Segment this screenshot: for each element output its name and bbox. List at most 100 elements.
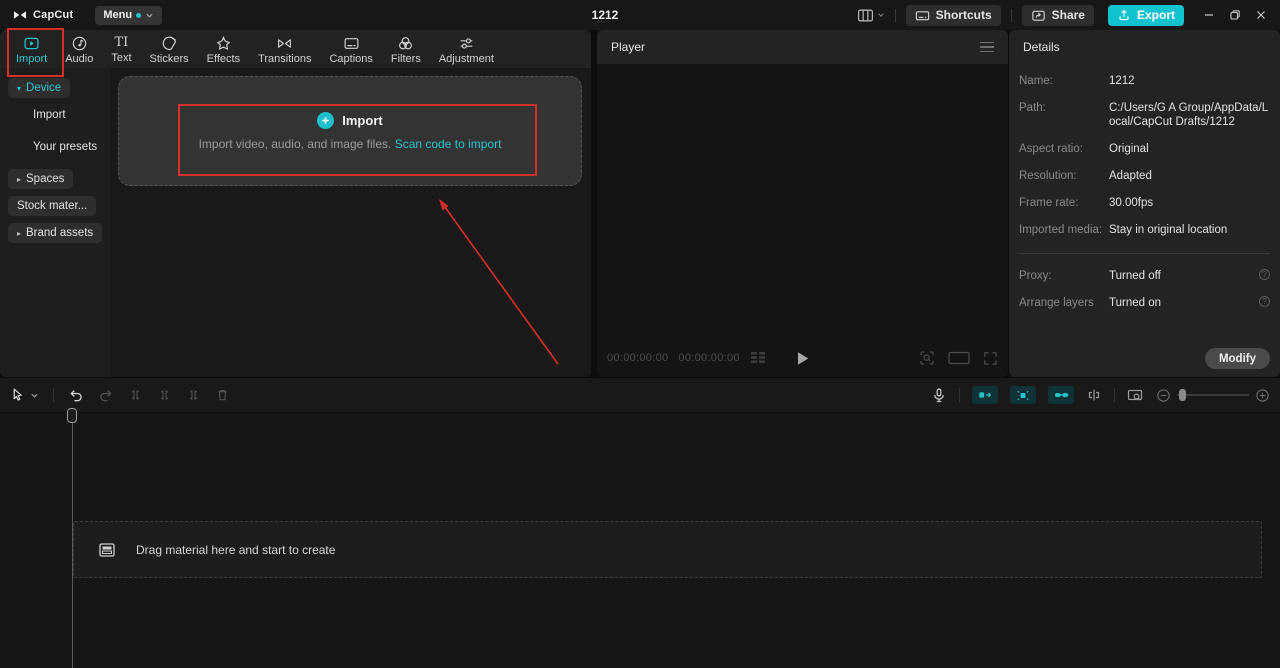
delete-button[interactable] — [215, 387, 230, 403]
tab-captions[interactable]: Captions — [320, 33, 381, 67]
share-label: Share — [1052, 8, 1085, 22]
split-button[interactable] — [128, 387, 143, 403]
layout-panels-icon[interactable] — [857, 7, 885, 24]
redo-button[interactable] — [98, 387, 114, 403]
preview-quality-icon — [1127, 388, 1144, 403]
scan-code-link[interactable]: Scan code to import — [395, 137, 502, 151]
delete-left-button[interactable] — [157, 387, 172, 403]
tab-adjustment[interactable]: Adjustment — [430, 33, 503, 67]
preview-quality-button[interactable] — [1127, 388, 1144, 403]
detail-value: 1212 — [1109, 74, 1270, 88]
timeline-area[interactable]: Drag material here and start to create — [0, 413, 1280, 668]
select-tool-button[interactable] — [10, 387, 39, 403]
tab-audio[interactable]: Audio — [56, 33, 102, 67]
sidebar-item-stock-material-label: Stock mater... — [17, 200, 87, 212]
menu-button[interactable]: Menu — [95, 6, 162, 25]
timeline-empty-text: Drag material here and start to create — [136, 543, 335, 557]
modify-button[interactable]: Modify — [1205, 348, 1270, 369]
proxy-label: Proxy: — [1019, 269, 1109, 283]
import-dropzone[interactable]: Import Import video, audio, and image fi… — [118, 76, 582, 186]
auto-snap-icon — [1016, 389, 1030, 402]
undo-button[interactable] — [68, 387, 84, 403]
detail-label: Frame rate: — [1019, 196, 1109, 210]
main-track-magnet-toggle[interactable] — [972, 386, 998, 404]
player-title: Player — [611, 40, 645, 54]
keyboard-icon — [915, 8, 930, 23]
tab-stickers[interactable]: Stickers — [141, 33, 198, 67]
overwrite-insert-button[interactable] — [1086, 387, 1102, 403]
player-controls: 00:00:00:00 00:00:00:00 — [597, 348, 1008, 368]
tab-transitions-label: Transitions — [258, 53, 311, 65]
player-menu-icon[interactable] — [980, 42, 994, 53]
shortcuts-button[interactable]: Shortcuts — [906, 5, 1001, 26]
audio-tab-icon — [71, 35, 88, 52]
detail-row-proxy: Proxy: Turned off ? — [1019, 269, 1270, 283]
media-tabs: Import Audio TI Text Stickers Effects Tr… — [0, 30, 591, 68]
restore-button[interactable] — [1222, 2, 1248, 28]
arrange-layers-value: Turned on — [1109, 296, 1256, 310]
sidebar-item-brand-assets[interactable]: ▸ Brand assets — [8, 223, 102, 243]
media-clip-icon — [99, 543, 115, 557]
sidebar-item-device[interactable]: ▾ Device — [8, 78, 70, 98]
minus-circle-icon — [1156, 388, 1171, 403]
detail-row-arrange-layers: Arrange layers Turned on ? — [1019, 296, 1270, 310]
auto-snap-toggle[interactable] — [1010, 386, 1036, 404]
toolbar-divider — [959, 388, 960, 402]
detail-label: Aspect ratio: — [1019, 142, 1109, 156]
toolbar-divider — [1114, 388, 1115, 402]
record-voiceover-button[interactable] — [931, 387, 947, 404]
timeline-drop-zone[interactable]: Drag material here and start to create — [73, 521, 1262, 578]
tab-effects-label: Effects — [207, 53, 240, 65]
project-title: 1212 — [560, 8, 650, 22]
detail-label: Imported media: — [1019, 223, 1109, 237]
zoom-slider-track[interactable] — [1177, 394, 1249, 396]
player-panel: Player 00:00:00:00 00:00:00:00 — [597, 30, 1008, 377]
sidebar-item-spaces[interactable]: ▸ Spaces — [8, 169, 73, 189]
sidebar-item-your-presets[interactable]: Your presets — [8, 137, 106, 157]
media-panel: Import Audio TI Text Stickers Effects Tr… — [0, 30, 591, 377]
fullscreen-button[interactable] — [983, 351, 998, 366]
export-icon — [1117, 8, 1131, 22]
detail-value: 30.00fps — [1109, 196, 1270, 210]
sidebar-item-import[interactable]: Import — [8, 105, 75, 125]
proxy-value: Turned off — [1109, 269, 1256, 283]
cursor-icon — [10, 387, 25, 403]
player-header: Player — [597, 30, 1008, 64]
tab-filters[interactable]: Filters — [382, 33, 430, 67]
play-button[interactable] — [796, 351, 809, 366]
sidebar-item-stock-material[interactable]: Stock mater... — [8, 196, 96, 216]
effects-tab-icon — [215, 35, 232, 52]
export-button[interactable]: Export — [1108, 5, 1184, 26]
link-icon — [1054, 390, 1069, 400]
delete-right-button[interactable] — [186, 387, 201, 403]
aspect-ratio-button[interactable] — [948, 351, 970, 365]
detail-row-frame-rate: Frame rate: 30.00fps — [1019, 196, 1270, 210]
details-header: Details — [1009, 30, 1280, 64]
frame-step-icon — [750, 351, 768, 365]
tab-text[interactable]: TI Text — [102, 33, 140, 66]
transitions-tab-icon — [276, 35, 293, 52]
close-icon — [1255, 9, 1267, 21]
share-button[interactable]: Share — [1022, 5, 1094, 26]
zoom-slider-knob[interactable] — [1179, 389, 1186, 401]
captions-tab-icon — [343, 35, 360, 52]
capcut-logo: CapCut — [12, 7, 73, 23]
proxy-help[interactable]: ? — [1256, 269, 1270, 283]
tab-captions-label: Captions — [329, 53, 372, 65]
link-clips-toggle[interactable] — [1048, 386, 1074, 404]
arrange-layers-help[interactable]: ? — [1256, 296, 1270, 310]
zoom-fit-button[interactable] — [919, 350, 935, 366]
minimize-button[interactable] — [1196, 2, 1222, 28]
zoom-in-button[interactable] — [1255, 388, 1270, 403]
insert-mode-icon — [1086, 387, 1102, 403]
chevron-down-icon — [877, 11, 885, 19]
tab-transitions[interactable]: Transitions — [249, 33, 320, 67]
playhead-handle[interactable] — [67, 408, 77, 423]
tab-effects[interactable]: Effects — [198, 33, 249, 67]
tab-audio-label: Audio — [65, 53, 93, 65]
trash-icon — [215, 387, 230, 403]
tab-import[interactable]: Import — [7, 33, 56, 67]
export-label: Export — [1137, 8, 1175, 22]
close-button[interactable] — [1248, 2, 1274, 28]
zoom-out-button[interactable] — [1156, 388, 1171, 403]
